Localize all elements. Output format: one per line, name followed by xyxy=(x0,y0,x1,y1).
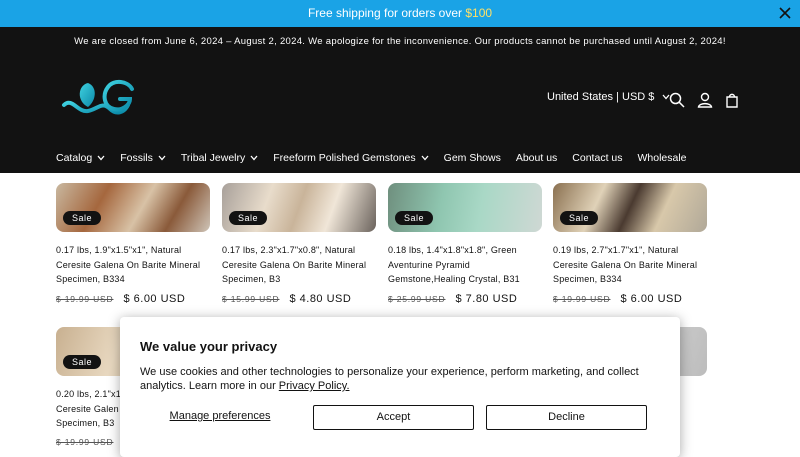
sale-badge: Sale xyxy=(395,211,434,225)
nav-label: Gem Shows xyxy=(443,152,501,164)
decline-button[interactable]: Decline xyxy=(486,405,647,430)
product-title[interactable]: 0.19 lbs, 2.7"x1.7"x1", Natural Ceresite… xyxy=(553,243,707,287)
sale-badge: Sale xyxy=(560,211,599,225)
product-card[interactable]: Sale 0.17 lbs, 1.9"x1.5"x1", Natural Cer… xyxy=(56,183,210,305)
compare-price: $ 19.99 USD xyxy=(56,293,114,304)
manage-preferences-button[interactable]: Manage preferences xyxy=(140,405,300,430)
closure-notice: We are closed from June 6, 2024 – August… xyxy=(0,27,800,55)
nav-item-freeform-polished-gemstones[interactable]: Freeform Polished Gemstones xyxy=(273,152,429,164)
nav-label: Freeform Polished Gemstones xyxy=(273,152,416,164)
sale-price: $ 6.00 USD xyxy=(123,292,186,305)
nav-item-contact-us[interactable]: Contact us xyxy=(572,152,622,164)
promo-text: Free shipping for orders over xyxy=(307,6,466,20)
product-title[interactable]: 0.17 lbs, 2.3"x1.7"x0.8", Natural Ceresi… xyxy=(222,243,376,287)
locale-label: United States | USD $ xyxy=(547,91,655,103)
product-card[interactable]: Sale 0.17 lbs, 2.3"x1.7"x0.8", Natural C… xyxy=(222,183,376,305)
nav-label: Tribal Jewelry xyxy=(180,152,246,164)
store-logo[interactable] xyxy=(58,75,136,125)
compare-price: $ 19.99 USD xyxy=(56,436,114,447)
cart-icon[interactable] xyxy=(723,91,741,109)
product-image[interactable]: Sale xyxy=(553,183,707,232)
compare-price: $ 19.99 USD xyxy=(553,293,611,304)
nav-item-gem-shows[interactable]: Gem Shows xyxy=(444,152,501,164)
chevron-down-icon xyxy=(250,155,258,161)
product-card[interactable]: Sale 0.18 lbs, 1.4"x1.8"x1.8", Green Ave… xyxy=(388,183,542,305)
privacy-policy-link[interactable]: Privacy Policy. xyxy=(279,380,350,392)
nav-item-catalog[interactable]: Catalog xyxy=(56,152,105,164)
cookie-body-text: We use cookies and other technologies to… xyxy=(140,366,639,392)
product-title[interactable]: 0.18 lbs, 1.4"x1.8"x1.8", Green Aventuri… xyxy=(388,243,542,287)
sale-badge: Sale xyxy=(63,211,102,225)
cookie-heading: We value your privacy xyxy=(140,339,278,354)
cookie-buttons: Manage preferences Accept Decline xyxy=(140,405,660,430)
chevron-down-icon xyxy=(97,155,105,161)
compare-price: $ 25.99 USD xyxy=(388,293,446,304)
nav-item-fossils[interactable]: Fossils xyxy=(120,152,166,164)
sale-badge: Sale xyxy=(63,355,102,369)
nav-label: Contact us xyxy=(572,152,623,164)
sale-price: $ 6.00 USD xyxy=(620,292,683,305)
product-image[interactable]: Sale xyxy=(222,183,376,232)
sale-price: $ 4.80 USD xyxy=(289,292,352,305)
account-icon[interactable] xyxy=(696,91,714,109)
cookie-consent-dialog: We value your privacy We use cookies and… xyxy=(120,317,680,457)
close-icon[interactable] xyxy=(778,6,792,20)
chevron-down-icon xyxy=(421,155,429,161)
chevron-down-icon xyxy=(158,155,166,161)
nav-label: Catalog xyxy=(56,152,93,164)
sale-price: $ 7.80 USD xyxy=(455,292,518,305)
product-image[interactable]: Sale xyxy=(56,183,210,232)
cookie-body: We use cookies and other technologies to… xyxy=(140,365,640,393)
compare-price: $ 15.99 USD xyxy=(222,293,280,304)
promo-amount: $100 xyxy=(465,6,493,20)
sale-badge: Sale xyxy=(229,211,268,225)
accept-button[interactable]: Accept xyxy=(313,405,474,430)
promo-bar: Free shipping for orders over $100 xyxy=(0,0,800,27)
product-title[interactable]: 0.17 lbs, 1.9"x1.5"x1", Natural Ceresite… xyxy=(56,243,210,287)
nav-item-tribal-jewelry[interactable]: Tribal Jewelry xyxy=(181,152,258,164)
product-image[interactable]: Sale xyxy=(388,183,542,232)
search-icon[interactable] xyxy=(668,91,686,109)
nav-item-wholesale[interactable]: Wholesale xyxy=(638,152,687,164)
country-currency-selector[interactable]: United States | USD $ xyxy=(547,91,670,103)
nav-label: About us xyxy=(515,152,558,164)
product-card[interactable]: Sale 0.19 lbs, 2.7"x1.7"x1", Natural Cer… xyxy=(553,183,707,305)
site-header: United States | USD $ Catalog Fossils Tr… xyxy=(0,55,800,173)
nav-item-about-us[interactable]: About us xyxy=(516,152,557,164)
nav-label: Wholesale xyxy=(637,152,687,164)
main-navigation: Catalog Fossils Tribal Jewelry Freeform … xyxy=(56,152,702,164)
nav-label: Fossils xyxy=(120,152,153,164)
